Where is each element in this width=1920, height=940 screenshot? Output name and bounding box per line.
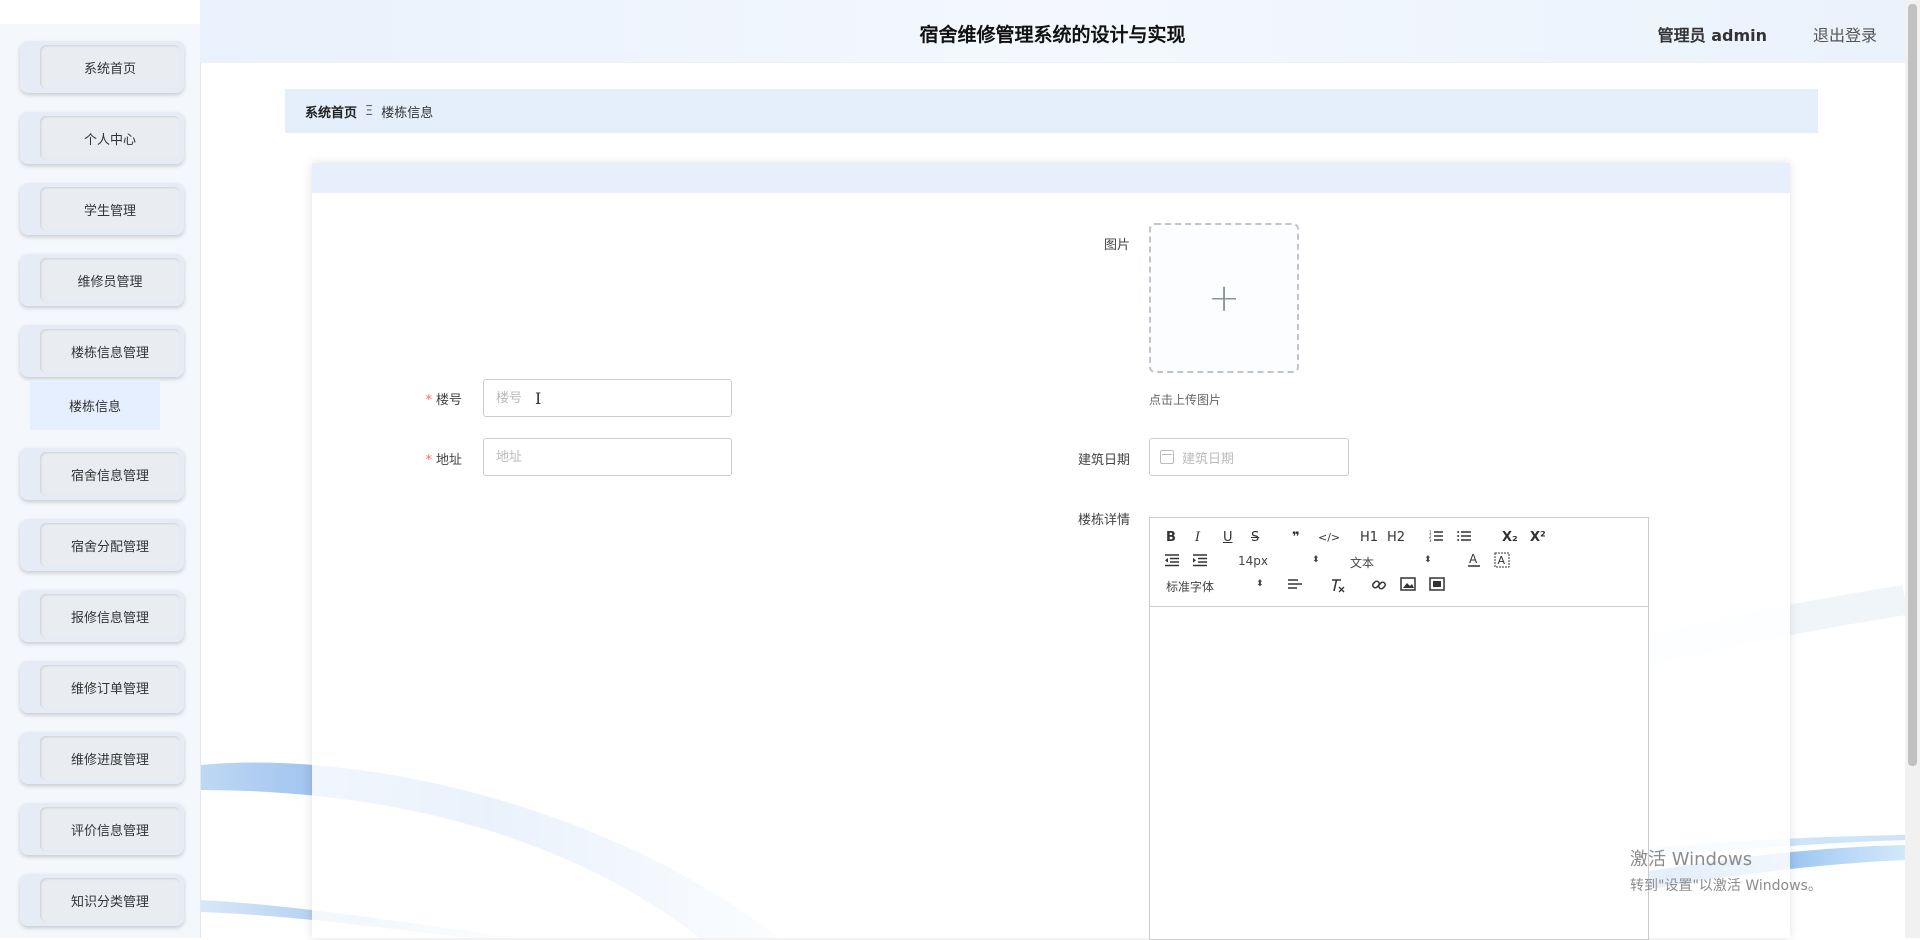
svg-text:3: 3	[1429, 538, 1432, 543]
required-mark: *	[425, 393, 432, 408]
sidebar-item-reviews[interactable]: 评价信息管理	[20, 803, 184, 855]
sidebar-item-label: 宿舍信息管理	[40, 452, 180, 496]
subscript-button[interactable]: X₂	[1502, 529, 1518, 547]
current-user: 管理员 admin	[1657, 26, 1767, 45]
breadcrumb-separator: Ξ	[365, 103, 374, 119]
sidebar-item-students[interactable]: 学生管理	[20, 183, 184, 235]
sidebar-item-home[interactable]: 系统首页	[20, 41, 184, 93]
strike-button[interactable]: S	[1251, 529, 1259, 547]
sidebar-top	[0, 0, 200, 24]
sidebar-item-buildings[interactable]: 楼栋信息管理	[20, 325, 184, 377]
build-date-placeholder: 建筑日期	[1182, 451, 1235, 467]
sidebar-item-repairmen[interactable]: 维修员管理	[20, 254, 184, 306]
indent-icon[interactable]	[1192, 553, 1208, 573]
page-scrollbar[interactable]	[1905, 0, 1920, 938]
sidebar-item-label: 评价信息管理	[40, 807, 180, 851]
sidebar-item-label: 知识分类管理	[40, 878, 180, 922]
top-header: 宿舍维修管理系统的设计与实现 管理员 admin 退出登录	[200, 0, 1905, 63]
sidebar-item-repair-requests[interactable]: 报修信息管理	[20, 590, 184, 642]
ordered-list-icon[interactable]: 123	[1429, 529, 1443, 549]
watermark-line1: 激活 Windows	[1630, 849, 1753, 870]
updown-icon: ⬍	[1312, 555, 1320, 565]
rich-text-editor: B I U S ❞ </> H1 H2 123 X₂ X² 14px ⬍ 文本 …	[1149, 517, 1649, 940]
link-icon[interactable]	[1371, 577, 1387, 599]
sidebar-item-label: 宿舍分配管理	[40, 523, 180, 567]
header1-button[interactable]: H1	[1360, 529, 1378, 547]
image-label: 图片	[1103, 238, 1130, 253]
sidebar-item-profile[interactable]: 个人中心	[20, 112, 184, 164]
calendar-icon	[1160, 450, 1174, 464]
sidebar-item-repair-progress[interactable]: 维修进度管理	[20, 732, 184, 784]
outdent-icon[interactable]	[1164, 553, 1180, 573]
watermark-line2: 转到"设置"以激活 Windows。	[1630, 878, 1822, 894]
sidebar-item-label: 学生管理	[40, 187, 180, 231]
sidebar-item-dorms[interactable]: 宿舍信息管理	[20, 448, 184, 500]
svg-text:A: A	[1498, 554, 1506, 567]
underline-button[interactable]: U	[1223, 529, 1233, 547]
building-no-label-text: 楼号	[435, 393, 462, 408]
upload-hint: 点击上传图片	[1149, 393, 1222, 407]
windows-activation-watermark: 激活 Windows 转到"设置"以激活 Windows。	[1630, 845, 1822, 895]
logout-link[interactable]: 退出登录	[1813, 22, 1877, 46]
svg-text:A: A	[1469, 552, 1478, 566]
plus-icon: +	[1208, 276, 1240, 320]
scrollbar-thumb[interactable]	[1908, 4, 1917, 766]
sidebar-item-label: 楼栋信息管理	[40, 329, 180, 373]
required-mark: *	[425, 453, 432, 468]
card-header-strip	[312, 163, 1790, 193]
building-no-input[interactable]	[483, 379, 732, 417]
image-upload[interactable]: +	[1149, 223, 1299, 373]
address-label-text: 地址	[435, 453, 462, 468]
font-family-value: 标准字体	[1166, 580, 1215, 594]
app-title: 宿舍维修管理系统的设计与实现	[919, 24, 1186, 46]
updown-icon: ⬍	[1256, 579, 1264, 589]
font-size-select[interactable]: 14px ⬍	[1238, 554, 1320, 568]
details-label: 楼栋详情	[1077, 513, 1130, 528]
code-block-button[interactable]: </>	[1318, 529, 1340, 547]
background-color-icon[interactable]: A	[1494, 552, 1510, 574]
sidebar-item-dorm-allocation[interactable]: 宿舍分配管理	[20, 519, 184, 571]
font-family-select[interactable]: 标准字体 ⬍	[1166, 578, 1266, 595]
sidebar-item-label: 维修订单管理	[40, 665, 180, 709]
clear-format-icon[interactable]	[1330, 577, 1346, 599]
font-size-value: 14px	[1238, 554, 1268, 568]
header2-button[interactable]: H2	[1387, 529, 1405, 547]
address-input[interactable]	[483, 438, 732, 476]
sidebar-item-label: 系统首页	[40, 45, 180, 89]
address-label: * 地址	[410, 449, 462, 468]
blockquote-button[interactable]: ❞	[1292, 529, 1300, 547]
sidebar-item-label: 维修员管理	[40, 258, 180, 302]
breadcrumb-current: 楼栋信息	[381, 105, 434, 121]
bold-button[interactable]: B	[1166, 529, 1176, 547]
image-icon[interactable]	[1400, 577, 1416, 597]
breadcrumb: 系统首页 Ξ 楼栋信息	[285, 89, 1818, 133]
sidebar-subitem-building-info[interactable]: 楼栋信息	[30, 380, 160, 430]
italic-button[interactable]: I	[1195, 529, 1200, 547]
header-select[interactable]: 文本 ⬍	[1350, 554, 1432, 571]
header-select-value: 文本	[1350, 556, 1375, 570]
editor-toolbar: B I U S ❞ </> H1 H2 123 X₂ X² 14px ⬍ 文本 …	[1150, 518, 1648, 607]
sidebar-item-label: 维修进度管理	[40, 736, 180, 780]
breadcrumb-home[interactable]: 系统首页	[305, 102, 357, 121]
updown-icon: ⬍	[1424, 555, 1432, 565]
superscript-button[interactable]: X²	[1530, 529, 1546, 547]
sidebar-item-label: 报修信息管理	[40, 594, 180, 638]
sidebar-item-knowledge-categories[interactable]: 知识分类管理	[20, 874, 184, 926]
video-icon[interactable]	[1429, 577, 1445, 597]
font-color-icon[interactable]: A	[1467, 552, 1481, 574]
build-date-label: 建筑日期	[1077, 453, 1130, 468]
text-cursor-icon: I	[535, 389, 542, 408]
align-icon[interactable]	[1287, 577, 1303, 597]
building-no-label: * 楼号	[410, 389, 462, 408]
sidebar: 系统首页 个人中心 学生管理 维修员管理 楼栋信息管理 楼栋信息 宿舍信息管理 …	[0, 0, 201, 938]
build-date-picker[interactable]: 建筑日期	[1149, 438, 1349, 476]
sidebar-item-label: 个人中心	[40, 116, 180, 160]
sidebar-item-repair-orders[interactable]: 维修订单管理	[20, 661, 184, 713]
bullet-list-icon[interactable]	[1457, 529, 1471, 549]
